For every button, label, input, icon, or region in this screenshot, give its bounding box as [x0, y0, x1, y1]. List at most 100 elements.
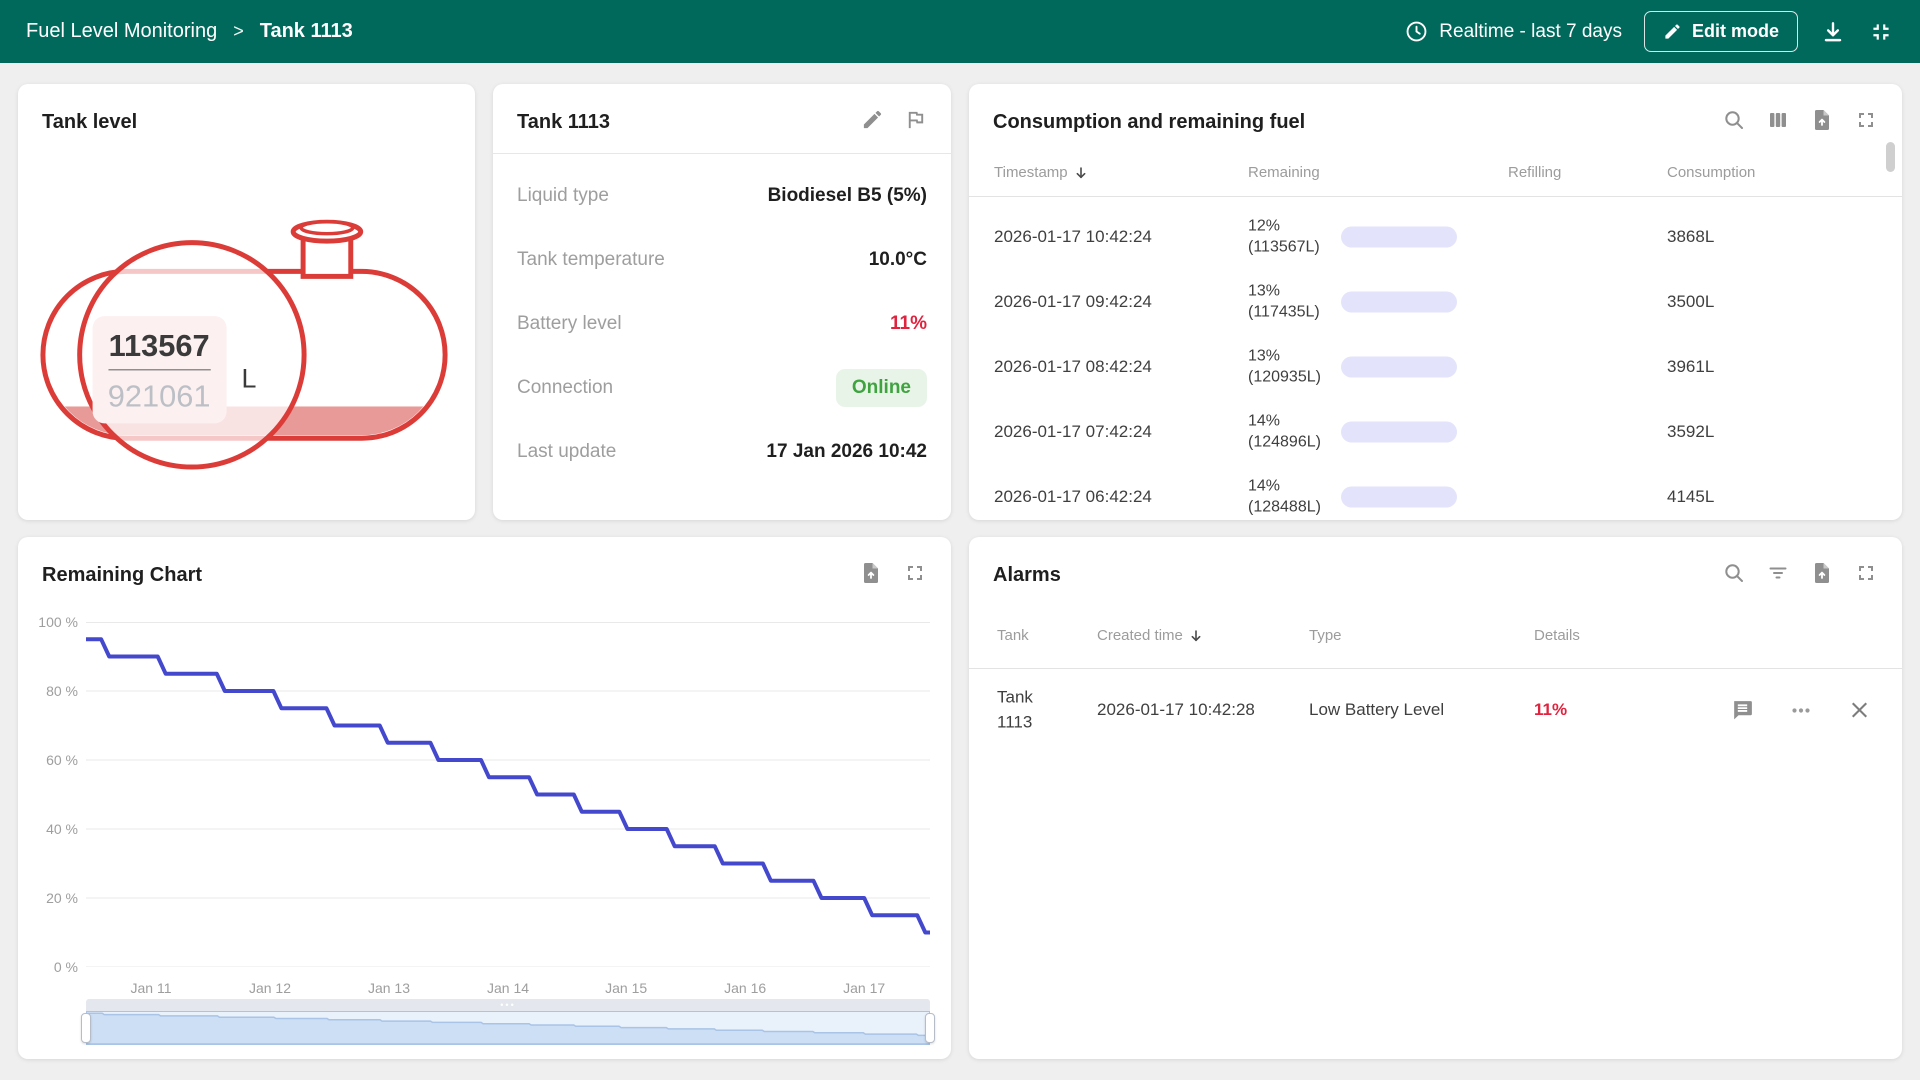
search-icon[interactable]	[1722, 561, 1746, 585]
sort-desc-icon	[1073, 165, 1089, 181]
info-row-last-update: Last update 17 Jan 2026 10:42	[517, 420, 927, 484]
table-row[interactable]: 2026-01-17 07:42:24 14%(124896L) 3592L	[969, 399, 1902, 464]
y-tick-label: 80 %	[22, 683, 78, 699]
time-range-selector[interactable]: •••	[86, 999, 930, 1045]
tank-unit: L	[242, 364, 257, 394]
row-label: Connection	[517, 377, 613, 399]
tank-cap	[293, 222, 361, 277]
export-file-icon[interactable]	[1810, 108, 1834, 132]
breadcrumb-separator: >	[233, 21, 244, 42]
range-selector-track[interactable]: •••	[86, 999, 930, 1011]
remaining-line-chart	[86, 622, 930, 967]
remaining-progress-bar	[1341, 291, 1457, 312]
title-divider	[493, 153, 951, 154]
consumption-cell: 3592L	[1667, 422, 1714, 442]
edit-mode-label: Edit mode	[1692, 21, 1779, 42]
chart-title: Remaining Chart	[42, 564, 202, 587]
column-header-consumption[interactable]: Consumption	[1667, 164, 1755, 181]
range-selector-window[interactable]	[86, 1011, 930, 1045]
download-icon[interactable]	[1820, 19, 1846, 45]
x-tick-label: Jan 13	[368, 980, 410, 996]
flag-icon[interactable]	[904, 108, 927, 131]
battery-level-value: 11%	[890, 313, 927, 335]
close-icon[interactable]	[1847, 698, 1872, 723]
column-header-tank[interactable]: Tank	[997, 627, 1029, 644]
y-tick-label: 40 %	[22, 821, 78, 837]
row-label: Last update	[517, 441, 616, 463]
breadcrumb-dashboard-link[interactable]: Fuel Level Monitoring	[26, 20, 217, 43]
range-selector-mini-chart	[87, 1012, 929, 1044]
alarm-tank-cell: Tank 1113	[997, 685, 1059, 734]
export-file-icon[interactable]	[859, 561, 883, 585]
range-handle-left[interactable]	[81, 1013, 91, 1043]
fullscreen-exit-icon[interactable]	[1868, 19, 1894, 45]
alarms-title: Alarms	[993, 564, 1061, 587]
range-handle-right[interactable]	[925, 1013, 935, 1043]
row-label: Battery level	[517, 313, 622, 335]
fullscreen-icon[interactable]	[1854, 108, 1878, 132]
search-icon[interactable]	[1722, 108, 1746, 132]
header-divider	[969, 196, 1902, 197]
consumption-cell: 3961L	[1667, 357, 1714, 377]
column-header-details[interactable]: Details	[1534, 627, 1580, 644]
edit-mode-button[interactable]: Edit mode	[1644, 11, 1798, 52]
clock-icon	[1404, 19, 1429, 44]
x-tick-label: Jan 16	[724, 980, 766, 996]
columns-icon[interactable]	[1766, 108, 1790, 132]
table-row[interactable]: 2026-01-17 08:42:24 13%(120935L) 3961L	[969, 334, 1902, 399]
remaining-progress-bar	[1341, 226, 1457, 247]
breadcrumb: Fuel Level Monitoring > Tank 1113	[26, 20, 353, 43]
time-window-label: Realtime - last 7 days	[1439, 21, 1622, 43]
time-window-button[interactable]: Realtime - last 7 days	[1404, 19, 1622, 44]
remaining-series-line	[86, 639, 930, 932]
remaining-cell: 14%(124896L)	[1248, 410, 1321, 453]
vertical-scrollbar[interactable]	[1886, 142, 1895, 172]
y-tick-label: 0 %	[22, 959, 78, 975]
column-header-timestamp[interactable]: Timestamp	[994, 164, 1089, 181]
column-header-remaining[interactable]: Remaining	[1248, 164, 1320, 181]
remaining-chart-card: Remaining Chart 100 % 80 % 60 % 40 % 20 …	[18, 537, 951, 1059]
timestamp-cell: 2026-01-17 09:42:24	[994, 292, 1152, 312]
tank-info-title: Tank 1113	[517, 111, 610, 134]
export-file-icon[interactable]	[1810, 561, 1834, 585]
remaining-cell: 13%(117435L)	[1248, 280, 1320, 323]
comment-icon[interactable]	[1730, 698, 1755, 723]
info-row-battery: Battery level 11%	[517, 292, 927, 356]
alarms-card: Alarms Tank Created time Type Details Ta…	[969, 537, 1902, 1059]
tank-total-capacity: 921061	[108, 378, 211, 413]
alarm-created-cell: 2026-01-17 10:42:28	[1097, 700, 1255, 720]
row-value: 10.0°C	[869, 249, 927, 271]
tank-drawing: 113567 921061 L	[33, 176, 460, 486]
edit-pencil-icon	[1663, 22, 1682, 41]
y-tick-label: 100 %	[22, 614, 78, 630]
drag-grip-icon: •••	[500, 1000, 515, 1010]
table-row[interactable]: 2026-01-17 09:42:24 13%(117435L) 3500L	[969, 269, 1902, 334]
timestamp-cell: 2026-01-17 08:42:24	[994, 357, 1152, 377]
column-header-created-time[interactable]: Created time	[1097, 627, 1204, 644]
connection-status-badge: Online	[836, 369, 927, 407]
table-row[interactable]: 2026-01-17 10:42:24 12%(113567L) 3868L	[969, 204, 1902, 269]
column-header-refilling[interactable]: Refilling	[1508, 164, 1561, 181]
filter-icon[interactable]	[1766, 561, 1790, 585]
timestamp-cell: 2026-01-17 10:42:24	[994, 227, 1152, 247]
remaining-progress-bar	[1341, 356, 1457, 377]
remaining-progress-bar	[1341, 486, 1457, 507]
y-tick-label: 20 %	[22, 890, 78, 906]
tank-level-title: Tank level	[42, 111, 137, 134]
row-value: 17 Jan 2026 10:42	[766, 441, 927, 463]
fullscreen-icon[interactable]	[903, 561, 927, 585]
remaining-progress-bar	[1341, 421, 1457, 442]
remaining-cell: 13%(120935L)	[1248, 345, 1321, 388]
sort-desc-icon	[1188, 628, 1204, 644]
alarm-type-cell: Low Battery Level	[1309, 700, 1444, 720]
column-header-type[interactable]: Type	[1309, 627, 1342, 644]
page-title: Tank 1113	[260, 20, 353, 43]
consumption-title: Consumption and remaining fuel	[993, 111, 1305, 134]
row-value: Biodiesel B5 (5%)	[768, 185, 927, 207]
fullscreen-icon[interactable]	[1854, 561, 1878, 585]
alarm-row[interactable]: Tank 1113 2026-01-17 10:42:28 Low Batter…	[969, 668, 1902, 752]
y-tick-label: 60 %	[22, 752, 78, 768]
more-icon[interactable]	[1789, 698, 1813, 722]
edit-pencil-icon[interactable]	[861, 108, 884, 131]
table-row[interactable]: 2026-01-17 06:42:24 14%(128488L) 4145L	[969, 464, 1902, 520]
